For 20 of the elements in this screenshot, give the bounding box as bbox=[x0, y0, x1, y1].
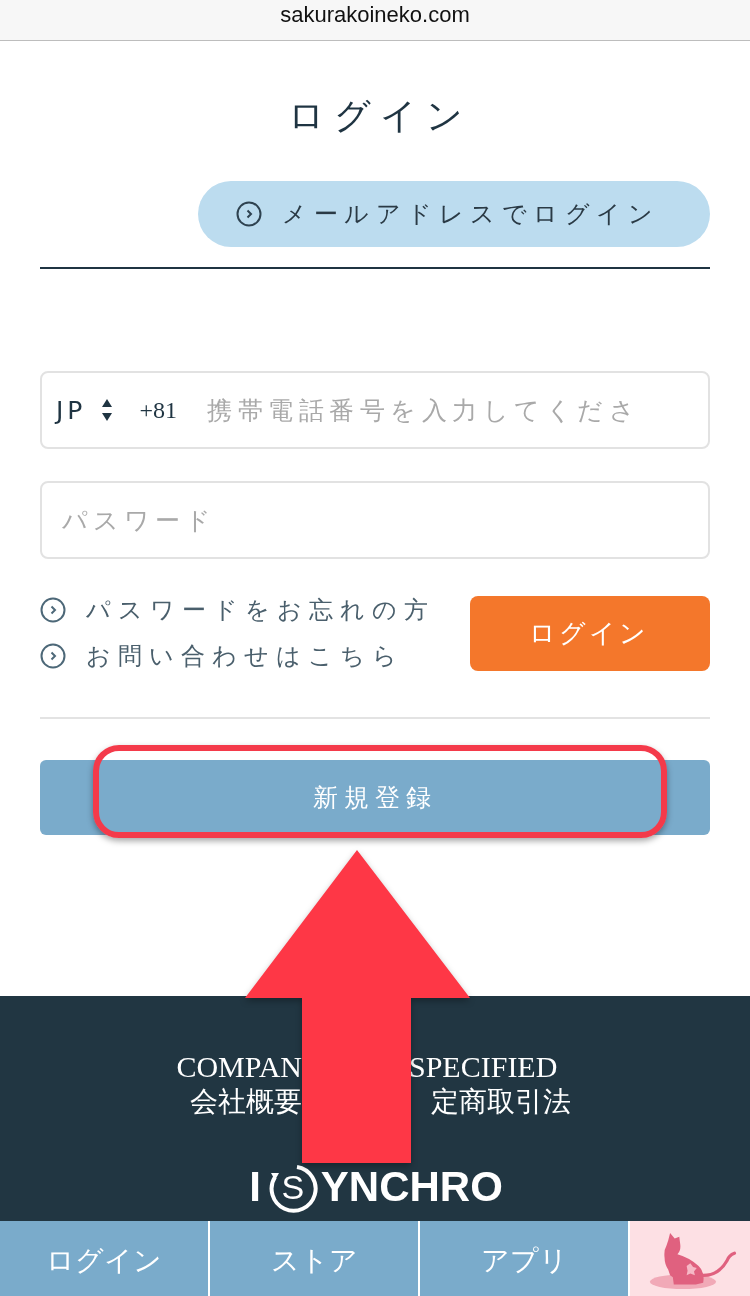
chevron-circle-icon bbox=[40, 643, 66, 669]
chevron-circle-icon bbox=[236, 201, 262, 227]
phone-field[interactable]: JP +81 携帯電話番号を入力してくださ bbox=[40, 371, 710, 449]
footer-link[interactable]: 会社概要 bbox=[190, 1084, 302, 1120]
footer-link[interactable]: 定商取引法 bbox=[431, 1084, 571, 1120]
help-link[interactable]: パスワードをお忘れの方 bbox=[40, 594, 435, 626]
page-title: ログイン bbox=[286, 94, 472, 138]
brand-logo: I S YNCHRO bbox=[249, 1164, 503, 1210]
password-field[interactable]: パスワード bbox=[40, 481, 710, 559]
address-bar[interactable]: sakurakoineko.com bbox=[0, 0, 750, 41]
country-select[interactable]: JP bbox=[56, 395, 113, 425]
phone-number-input[interactable]: 携帯電話番号を入力してくださ bbox=[207, 380, 708, 440]
chevron-circle-icon bbox=[40, 597, 66, 623]
footer-link[interactable]: SPECIFIED bbox=[409, 1050, 558, 1084]
help-link[interactable]: お問い合わせはこちら bbox=[40, 640, 435, 672]
email-login-button[interactable]: メールアドレスでログイン bbox=[198, 181, 710, 247]
footer-link[interactable]: COMPAN bbox=[176, 1050, 302, 1084]
up-down-arrows-icon bbox=[102, 399, 113, 421]
dial-code: +81 bbox=[139, 396, 177, 424]
mascot-tab[interactable] bbox=[630, 1221, 750, 1296]
